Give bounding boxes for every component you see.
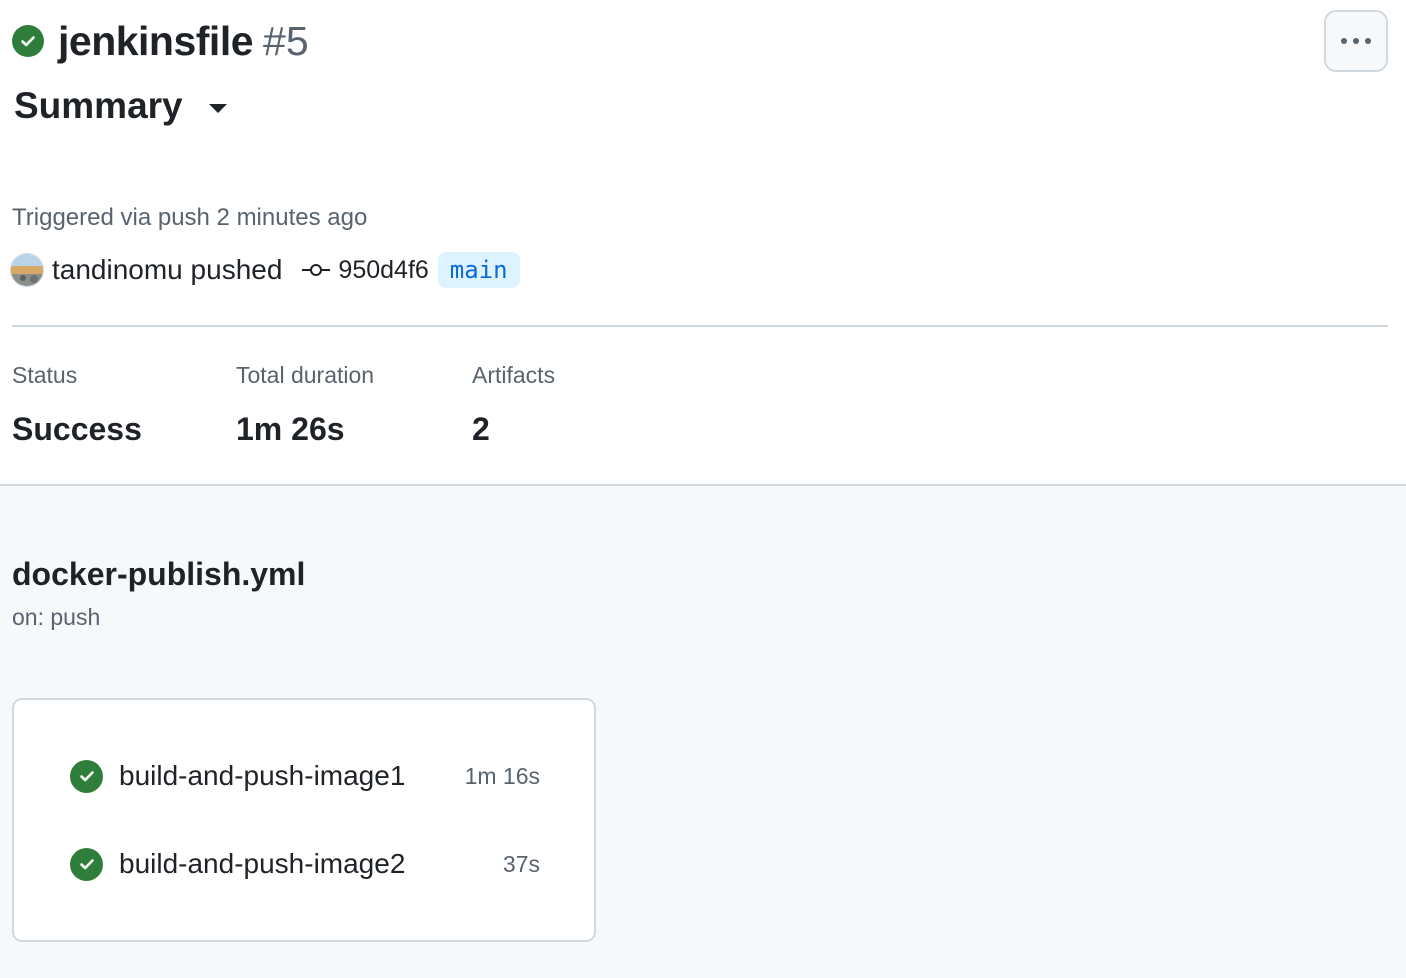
- job-duration: 37s: [502, 850, 540, 877]
- more-actions-button[interactable]: [1324, 10, 1388, 72]
- push-action: pushed: [190, 254, 283, 285]
- summary-dropdown[interactable]: Summary: [14, 82, 227, 130]
- user-avatar[interactable]: [10, 253, 44, 287]
- trigger-text: Triggered via push 2 minutes ago: [12, 204, 368, 231]
- workflow-run-page: jenkinsfile #5 Summary Triggered via pus…: [0, 0, 1406, 978]
- kebab-dot: [1353, 38, 1359, 44]
- duration-stat: Total duration 1m 26s: [236, 362, 374, 448]
- header-separator: [0, 160, 1406, 200]
- job-name: build-and-push-image2: [119, 848, 406, 879]
- push-info: tandinomu pushed 950d4f6 main: [10, 250, 520, 290]
- actor-name[interactable]: tandinomu: [52, 254, 183, 285]
- kebab-dot: [1365, 38, 1371, 44]
- workflow-file-name[interactable]: docker-publish.yml: [12, 556, 305, 593]
- jobs-card: build-and-push-image1 1m 16s build-and-p…: [12, 698, 596, 942]
- section-divider: [12, 325, 1388, 327]
- summary-label: Summary: [14, 85, 183, 126]
- job-row[interactable]: build-and-push-image1 1m 16s: [70, 756, 540, 796]
- caret-down-icon: [208, 103, 227, 113]
- artifacts-label: Artifacts: [472, 362, 556, 388]
- artifacts-value[interactable]: 2: [472, 411, 555, 448]
- workflow-trigger-event: on: push: [12, 604, 101, 630]
- push-text: tandinomu pushed: [52, 254, 282, 286]
- git-commit-icon: [302, 263, 331, 277]
- check-circle-icon: [12, 25, 44, 57]
- artifacts-stat: Artifacts 2: [472, 362, 555, 448]
- run-number: #5: [263, 17, 309, 64]
- run-title: jenkinsfile #5: [12, 14, 309, 68]
- status-value: Success: [12, 411, 142, 447]
- status-label: Status: [12, 362, 78, 388]
- workflow-run-name: jenkinsfile: [58, 17, 254, 64]
- job-name: build-and-push-image1: [119, 760, 406, 791]
- duration-value: 1m 26s: [236, 411, 345, 447]
- job-duration: 1m 16s: [464, 762, 540, 789]
- kebab-horizontal-icon: [1341, 38, 1347, 44]
- check-circle-icon: [70, 847, 103, 881]
- commit-sha-link[interactable]: 950d4f6: [338, 256, 428, 285]
- branch-label[interactable]: main: [437, 252, 520, 288]
- job-row[interactable]: build-and-push-image2 37s: [70, 844, 540, 884]
- workflow-graph-area: docker-publish.yml on: push build-and-pu…: [0, 484, 1406, 978]
- check-circle-icon: [70, 759, 103, 793]
- status-stat: Status Success: [12, 362, 142, 448]
- duration-label: Total duration: [236, 362, 375, 388]
